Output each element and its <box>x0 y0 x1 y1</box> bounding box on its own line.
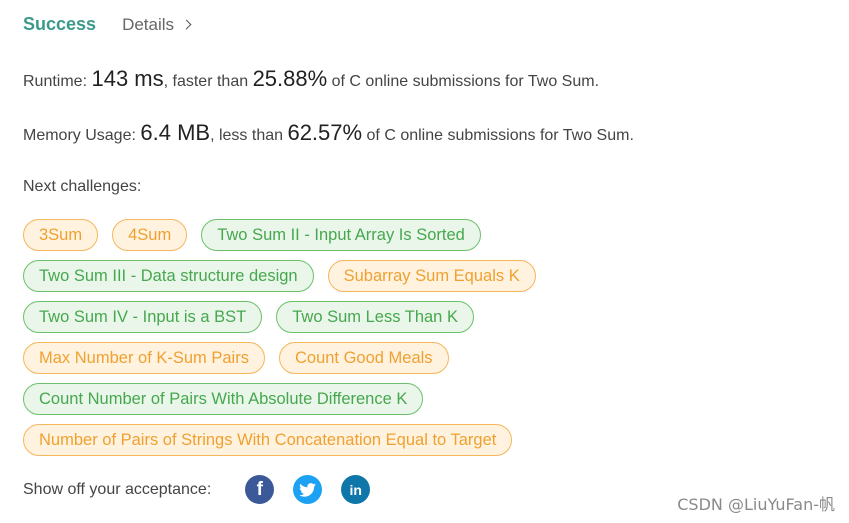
submission-result: Success Details Runtime: 143 ms, faster … <box>23 0 839 523</box>
challenge-chip[interactable]: Count Good Meals <box>278 342 449 374</box>
runtime-label: Runtime: <box>23 73 92 90</box>
linkedin-glyph: in <box>349 481 362 498</box>
challenge-row: Max Number of K-Sum Pairs Count Good Mea… <box>23 342 823 374</box>
runtime-percent: 25.88% <box>252 66 328 91</box>
challenge-chip[interactable]: Count Number of Pairs With Absolute Diff… <box>23 383 424 415</box>
runtime-middle: , faster than <box>163 73 253 90</box>
runtime-stat: Runtime: 143 ms, faster than 25.88% of C… <box>23 66 599 92</box>
linkedin-icon[interactable]: in <box>341 475 371 504</box>
challenge-chip[interactable]: Subarray Sum Equals K <box>327 260 536 292</box>
challenge-chip[interactable]: Two Sum II - Input Array Is Sorted <box>201 219 481 251</box>
challenge-chip[interactable]: Number of Pairs of Strings With Concaten… <box>23 424 513 456</box>
challenge-row: Number of Pairs of Strings With Concaten… <box>23 424 823 456</box>
next-challenges-label: Next challenges: <box>23 178 142 195</box>
challenge-row: Two Sum IV - Input is a BST Two Sum Less… <box>23 301 823 333</box>
memory-stat: Memory Usage: 6.4 MB, less than 62.57% o… <box>23 120 634 146</box>
challenge-chip[interactable]: 4Sum <box>112 219 188 251</box>
memory-label: Memory Usage: <box>23 127 141 144</box>
status-label: Success <box>23 14 97 34</box>
details-link[interactable]: Details <box>122 15 192 35</box>
challenge-row: Two Sum III - Data structure design Suba… <box>23 260 823 292</box>
memory-percent: 62.57% <box>287 120 363 145</box>
facebook-icon[interactable]: f <box>245 475 275 504</box>
challenge-chip[interactable]: Max Number of K-Sum Pairs <box>23 342 265 374</box>
details-label: Details <box>122 15 175 34</box>
challenge-row: 3Sum 4Sum Two Sum II - Input Array Is So… <box>23 219 823 251</box>
challenge-chip[interactable]: 3Sum <box>23 219 99 251</box>
runtime-suffix: of C online submissions for Two Sum. <box>327 73 600 90</box>
share-label: Show off your acceptance: <box>23 480 212 498</box>
chevron-right-icon <box>181 19 192 30</box>
result-header: Success Details <box>23 14 192 35</box>
facebook-glyph: f <box>256 478 263 500</box>
runtime-value: 143 ms <box>91 66 164 91</box>
challenge-chip[interactable]: Two Sum Less Than K <box>276 301 474 333</box>
twitter-icon[interactable] <box>293 475 323 504</box>
twitter-bird-icon <box>299 482 317 497</box>
challenge-chip[interactable]: Two Sum III - Data structure design <box>23 260 314 292</box>
share-section: Show off your acceptance: f in <box>23 475 389 504</box>
memory-value: 6.4 MB <box>140 120 211 145</box>
challenge-list: 3Sum 4Sum Two Sum II - Input Array Is So… <box>23 219 823 465</box>
memory-middle: , less than <box>210 127 288 144</box>
memory-suffix: of C online submissions for Two Sum. <box>362 127 634 144</box>
watermark: CSDN @LiuYuFan-帆 <box>677 495 835 514</box>
challenge-chip[interactable]: Two Sum IV - Input is a BST <box>23 301 263 333</box>
challenge-row: Count Number of Pairs With Absolute Diff… <box>23 383 823 415</box>
